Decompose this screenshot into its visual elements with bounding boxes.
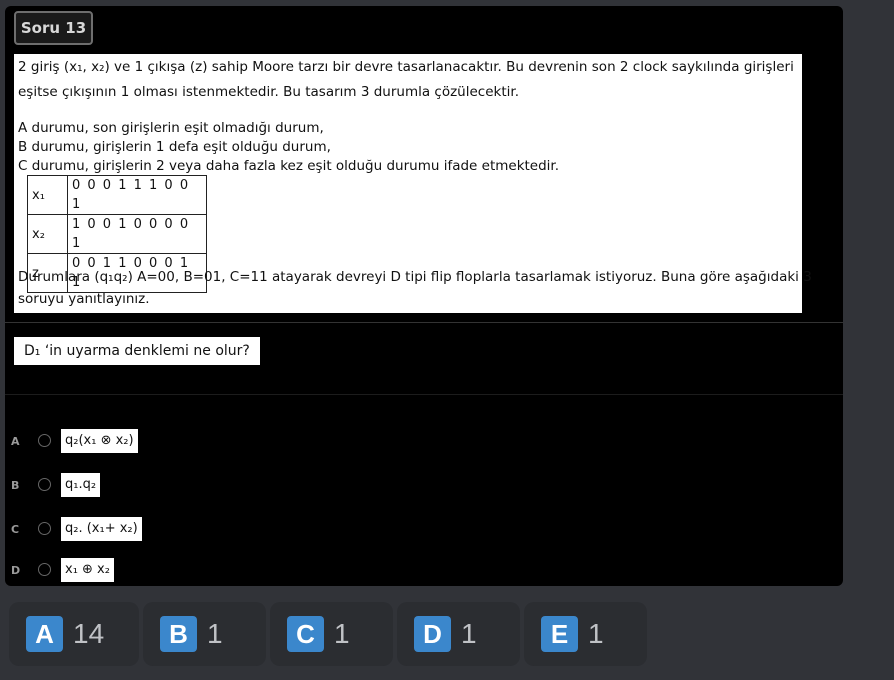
- vote-button-e[interactable]: E 1: [524, 602, 647, 666]
- vote-button-b[interactable]: B 1: [143, 602, 266, 666]
- question-intro-line-2: eşitse çıkışının 1 olması istenmektedir.…: [18, 84, 519, 100]
- option-text: q₂(x₁ ⊗ x₂): [61, 429, 138, 453]
- option-b[interactable]: B q₁.q₂: [5, 473, 305, 499]
- option-c[interactable]: C q₂. (x₁+ x₂): [5, 517, 305, 543]
- row-label: x₁: [27, 175, 68, 215]
- option-d[interactable]: D x₁ ⊕ x₂: [5, 558, 305, 584]
- table-row: x₂ 1 0 0 1 0 0 0 0 1: [27, 214, 207, 254]
- radio-button[interactable]: [38, 478, 51, 491]
- option-a[interactable]: A q₂(x₁ ⊗ x₂): [5, 429, 305, 455]
- vote-count: 1: [334, 618, 350, 649]
- option-text: x₁ ⊕ x₂: [61, 558, 114, 582]
- state-assignment-line-1: Durumlara (q₁q₂) A=00, B=01, C=11 atayar…: [18, 269, 812, 285]
- row-values: 0 0 0 1 1 1 0 0 1: [67, 175, 207, 215]
- vote-button-a[interactable]: A 14: [9, 602, 139, 666]
- table-row: x₁ 0 0 0 1 1 1 0 0 1: [27, 175, 207, 215]
- vote-button-d[interactable]: D 1: [397, 602, 520, 666]
- letter-d-icon: D: [414, 616, 451, 652]
- option-letter: D: [11, 564, 21, 577]
- vote-count: 1: [461, 618, 477, 649]
- letter-a-icon: A: [26, 616, 63, 652]
- sub-question: D₁ ‘in uyarma denklemi ne olur?: [14, 337, 260, 365]
- vote-button-c[interactable]: C 1: [270, 602, 393, 666]
- letter-e-icon: E: [541, 616, 578, 652]
- radio-button[interactable]: [38, 563, 51, 576]
- state-c-description: C durumu, girişlerin 2 veya daha fazla k…: [18, 158, 560, 174]
- letter-b-icon: B: [160, 616, 197, 652]
- row-label: x₂: [27, 214, 68, 254]
- vote-count: 14: [73, 618, 105, 649]
- option-text: q₁.q₂: [61, 473, 101, 497]
- state-assignment-line-2: soruyu yanıtlayınız.: [18, 291, 150, 307]
- section-divider: [5, 322, 843, 323]
- radio-button[interactable]: [38, 522, 51, 535]
- question-card: Soru 13 2 giriş (x₁, x₂) ve 1 çıkışa (z)…: [5, 6, 843, 586]
- option-text: q₂. (x₁+ x₂): [61, 517, 142, 541]
- state-b-description: B durumu, girişlerin 1 defa eşit olduğu …: [18, 139, 331, 155]
- question-intro-line-1: 2 giriş (x₁, x₂) ve 1 çıkışa (z) sahip M…: [18, 59, 794, 75]
- letter-c-icon: C: [287, 616, 324, 652]
- radio-button[interactable]: [38, 434, 51, 447]
- state-a-description: A durumu, son girişlerin eşit olmadığı d…: [18, 120, 324, 136]
- option-letter: B: [11, 479, 20, 492]
- question-number-badge: Soru 13: [14, 11, 93, 45]
- option-letter: C: [11, 523, 20, 536]
- row-values: 1 0 0 1 0 0 0 0 1: [67, 214, 207, 254]
- vote-count: 1: [207, 618, 223, 649]
- question-text-box: 2 giriş (x₁, x₂) ve 1 çıkışa (z) sahip M…: [14, 54, 812, 313]
- section-divider: [5, 394, 843, 395]
- option-letter: A: [11, 435, 20, 448]
- vote-count: 1: [588, 618, 604, 649]
